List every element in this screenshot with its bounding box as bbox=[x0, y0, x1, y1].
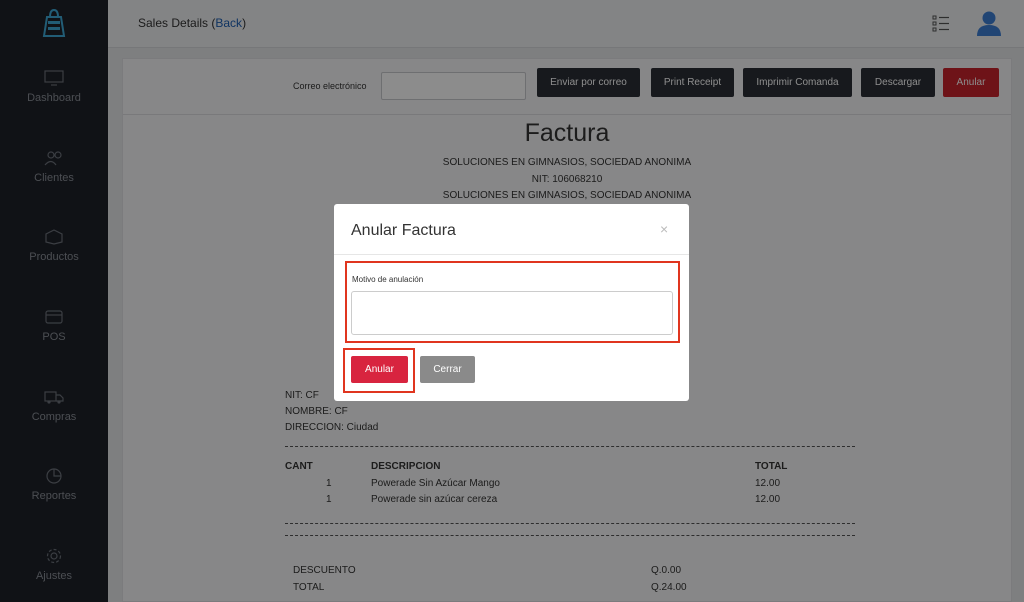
void-invoice-modal: Anular Factura × Motivo de anulación Anu… bbox=[334, 204, 689, 401]
void-reason-label: Motivo de anulación bbox=[352, 275, 424, 284]
close-modal-button[interactable]: Cerrar bbox=[420, 356, 475, 383]
modal-divider bbox=[334, 254, 689, 255]
modal-title: Anular Factura bbox=[351, 222, 456, 239]
close-icon[interactable]: × bbox=[660, 221, 668, 237]
confirm-void-button[interactable]: Anular bbox=[351, 356, 408, 383]
void-reason-textarea[interactable] bbox=[351, 291, 673, 335]
